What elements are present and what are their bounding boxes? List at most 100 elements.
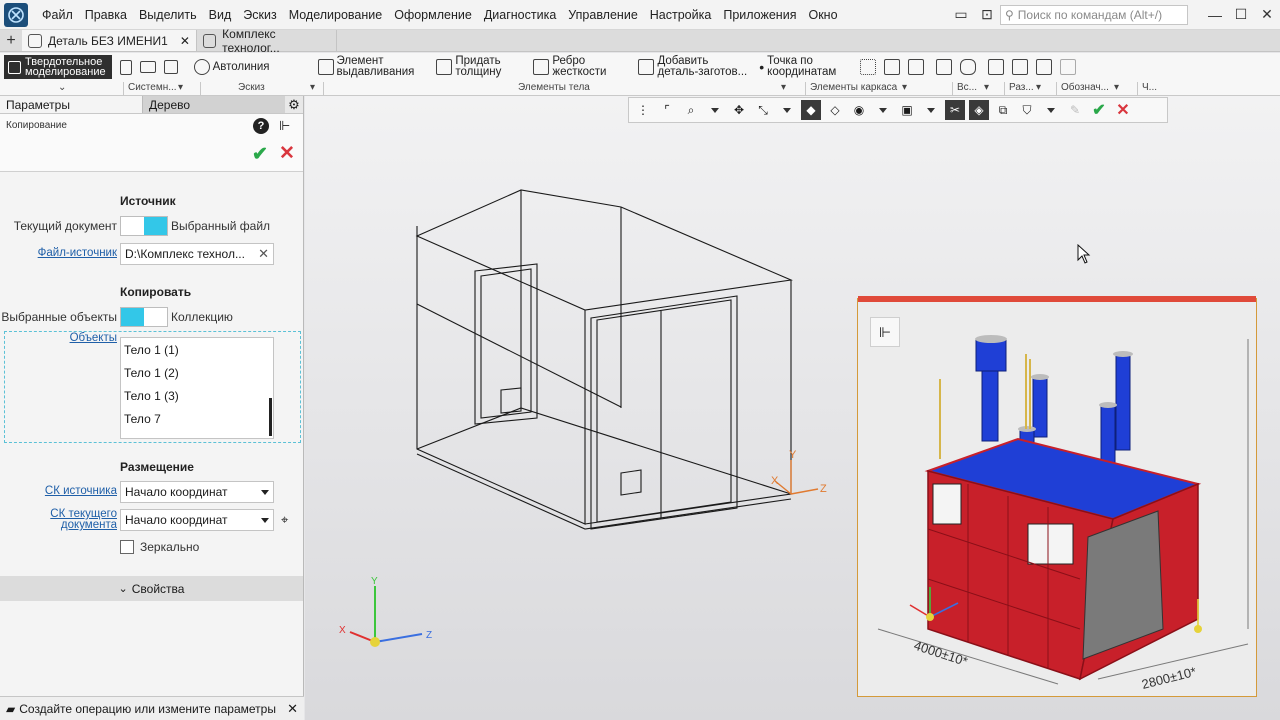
pick-cs-icon[interactable]: ⌖ — [281, 512, 288, 528]
ribbon-separator — [805, 82, 806, 96]
assembly-icon — [202, 33, 217, 48]
menu-view[interactable]: Вид — [203, 8, 238, 22]
thicken-button[interactable]: Придать толщину — [432, 55, 505, 78]
group-frame-elements[interactable]: Элементы каркаса — [810, 82, 897, 93]
point-by-coords-button[interactable]: • Точка по координатам — [755, 55, 840, 78]
menu-manage[interactable]: Управление — [562, 8, 644, 22]
objects-link[interactable]: Объекты — [0, 332, 117, 344]
maximize-icon[interactable]: ☐ — [1228, 0, 1254, 30]
close-status-icon[interactable]: ✕ — [287, 701, 298, 717]
menu-file[interactable]: Файл — [36, 8, 79, 22]
menu-diagnostics[interactable]: Диагностика — [478, 8, 562, 22]
screenshot-icon[interactable]: ⊡ — [974, 0, 1000, 30]
close-icon[interactable]: ✕ — [1254, 0, 1280, 30]
roughness-icon[interactable] — [1032, 59, 1056, 75]
menu-edit[interactable]: Правка — [79, 8, 133, 22]
group-body-elements[interactable]: Элементы тела — [518, 82, 590, 93]
mirror-checkbox[interactable] — [120, 540, 134, 554]
source-preview-window[interactable]: ⊩ 4000±10* 2800±10* — [857, 296, 1257, 697]
rib-button[interactable]: Ребро жесткости — [529, 55, 610, 78]
menu-settings[interactable]: Настройка — [644, 8, 718, 22]
plane-icon[interactable] — [880, 59, 904, 75]
tab-part[interactable]: Деталь БЕЗ ИМЕНИ1 ✕ — [22, 30, 197, 51]
group-sections-dropdown-icon[interactable]: ▾ — [1036, 82, 1041, 93]
list-item[interactable]: Тело 1 (1) — [121, 338, 273, 361]
menu-select[interactable]: Выделить — [133, 8, 203, 22]
tab-parameters[interactable]: Параметры — [0, 96, 142, 113]
group-aux-dropdown-icon[interactable]: ▾ — [984, 82, 989, 93]
tab-close-icon[interactable]: ✕ — [180, 34, 190, 48]
save-icon[interactable] — [160, 60, 182, 74]
cancel-icon[interactable]: ✕ — [279, 142, 295, 165]
properties-section[interactable]: ⌄ Свойства — [0, 576, 303, 601]
objects-list[interactable]: Тело 1 (1) Тело 1 (2) Тело 1 (3) Тело 7 — [120, 337, 274, 439]
new-document-icon[interactable]: + — [0, 30, 22, 51]
section-icon[interactable] — [932, 59, 956, 75]
cs-source-select[interactable]: Начало координат — [120, 481, 274, 503]
cs-source-link[interactable]: СК источника — [0, 485, 117, 497]
help-icon[interactable]: ? — [253, 118, 269, 134]
panel-tabs: Параметры Дерево ⚙ — [0, 96, 303, 114]
group-designations-dropdown-icon[interactable]: ▾ — [1114, 82, 1119, 93]
ribbon-collapse-icon[interactable]: ⌄ — [58, 82, 66, 93]
solid-modeling-button[interactable]: Твердотельное моделирование — [4, 55, 112, 79]
extrude-button[interactable]: Элемент выдавливания — [314, 55, 419, 78]
ribbon-separator — [952, 82, 953, 96]
clear-icon[interactable]: ✕ — [258, 246, 269, 262]
group-system[interactable]: Системн... — [128, 82, 177, 93]
source-file-input[interactable]: D:\Комплекс технол... ✕ — [120, 243, 274, 265]
tab-tree[interactable]: Дерево — [142, 96, 285, 113]
menu-modeling[interactable]: Моделирование — [283, 8, 389, 22]
app-logo-icon[interactable] — [4, 2, 28, 27]
menu-bar: Файл Правка Выделить Вид Эскиз Моделиров… — [0, 0, 1280, 30]
group-system-dropdown-icon[interactable]: ▾ — [178, 82, 183, 93]
gear-icon[interactable]: ⚙ — [285, 96, 303, 113]
add-blank-button[interactable]: Добавить деталь-заготов... — [634, 55, 751, 78]
group-sketch[interactable]: Эскиз — [238, 82, 265, 93]
source-file-link[interactable]: Файл-источник — [0, 247, 117, 259]
leader-icon[interactable] — [1008, 59, 1032, 75]
tab-part-label: Деталь БЕЗ ИМЕНИ1 — [48, 33, 168, 48]
layout-icon[interactable]: ▭ — [948, 0, 974, 30]
cs-current-link-2[interactable]: документа — [0, 519, 117, 531]
search-placeholder: Поиск по командам (Alt+/) — [1017, 7, 1163, 22]
list-item[interactable]: Тело 7 — [121, 407, 273, 430]
command-search-input[interactable]: ⚲ Поиск по командам (Alt+/) — [1000, 4, 1188, 25]
add-blank-icon — [638, 59, 655, 75]
parameters-panel: Параметры Дерево ⚙ Копирование ? ⊩ ✔ ✕ И… — [0, 96, 304, 696]
list-item[interactable]: Тело 1 (3) — [121, 384, 273, 407]
autoline-button[interactable]: Автолиния — [190, 59, 274, 75]
minimize-icon[interactable]: — — [1202, 0, 1228, 30]
grid-points-icon[interactable] — [856, 59, 880, 75]
copy-toggle[interactable] — [120, 307, 168, 327]
group-sections[interactable]: Раз... — [1009, 82, 1034, 93]
list-scrollbar[interactable] — [269, 398, 272, 436]
group-drawing[interactable]: Ч... — [1142, 82, 1157, 93]
triad-x-label: X — [339, 625, 346, 636]
group-designations[interactable]: Обознач... — [1061, 82, 1109, 93]
open-folder-icon[interactable] — [136, 61, 160, 73]
weld-icon[interactable] — [1056, 59, 1080, 75]
3d-viewport[interactable]: ⋮ ⌜ ⌕ ✥ ⤡ ◆ ◇ ◉ ▣ ✂ ◈ ⧉ ⛉ ✎ ✔ ✕ Z Y X Y … — [305, 96, 1280, 720]
tree-icon[interactable]: ⊩ — [279, 118, 290, 134]
document-tabs: + Деталь БЕЗ ИМЕНИ1 ✕ Комплекс технолог.… — [0, 27, 1280, 55]
ribbon-separator — [1056, 82, 1057, 96]
extrude-label-2: выдавливания — [336, 66, 415, 78]
tab-assembly[interactable]: Комплекс технолог... — [197, 27, 337, 55]
thread-icon[interactable] — [984, 59, 1008, 75]
group-body-dropdown-icon[interactable]: ▾ — [781, 82, 786, 93]
menu-drafting[interactable]: Оформление — [388, 8, 478, 22]
cs-current-select[interactable]: Начало координат — [120, 509, 274, 531]
new-file-icon[interactable] — [116, 59, 136, 75]
group-frame-dropdown-icon[interactable]: ▾ — [902, 82, 907, 93]
menu-sketch[interactable]: Эскиз — [237, 8, 282, 22]
menu-window[interactable]: Окно — [802, 8, 843, 22]
list-item[interactable]: Тело 1 (2) — [121, 361, 273, 384]
checkmark-icon[interactable]: ✔ — [252, 143, 268, 166]
menu-apps[interactable]: Приложения — [717, 8, 802, 22]
source-toggle[interactable] — [120, 216, 168, 236]
group-sketch-dropdown-icon[interactable]: ▾ — [310, 82, 315, 93]
axis-icon[interactable] — [904, 59, 928, 75]
fillet-icon[interactable] — [956, 59, 980, 75]
group-aux[interactable]: Вс... — [957, 82, 977, 93]
